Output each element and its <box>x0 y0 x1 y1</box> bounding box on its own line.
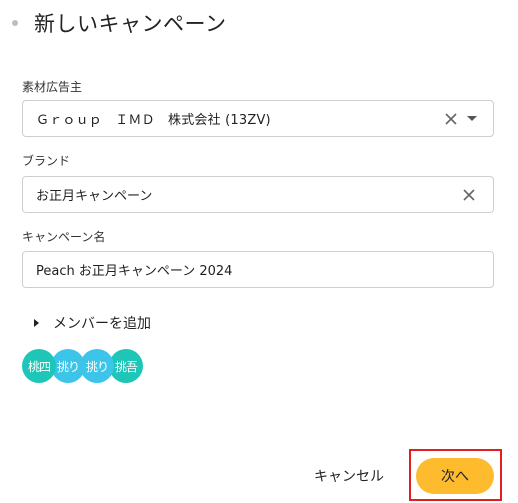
clear-brand-icon[interactable] <box>461 187 477 203</box>
campaign-name-label: キャンペーン名 <box>22 230 106 244</box>
member-avatars: 桃四 挑り 挑り 挑吾 <box>22 349 143 383</box>
cancel-button[interactable]: キャンセル <box>300 458 398 494</box>
add-members-toggle[interactable]: メンバーを追加 <box>34 313 151 333</box>
advertiser-select[interactable]: Ｇｒｏｕｐ ＩＭＤ 株式会社 (13ZV) <box>22 100 494 137</box>
member-avatar[interactable]: 挑り <box>80 349 114 383</box>
advertiser-dropdown-icon[interactable] <box>467 116 477 121</box>
next-button[interactable]: 次へ <box>416 458 494 494</box>
campaign-name-value: Peach お正月キャンペーン 2024 <box>36 264 233 279</box>
dialog-header: 新しいキャンペーン <box>12 8 226 38</box>
clear-advertiser-icon[interactable] <box>443 111 459 127</box>
member-avatar[interactable]: 挑り <box>51 349 85 383</box>
brand-value: お正月キャンペーン <box>36 189 153 204</box>
advertiser-value: Ｇｒｏｕｐ ＩＭＤ 株式会社 (13ZV) <box>36 113 271 128</box>
caret-right-icon <box>34 319 39 327</box>
member-avatar[interactable]: 挑吾 <box>109 349 143 383</box>
advertiser-label: 素材広告主 <box>22 80 83 94</box>
drag-handle-dot <box>12 20 18 26</box>
add-members-label: メンバーを追加 <box>53 316 151 332</box>
brand-select[interactable]: お正月キャンペーン <box>22 176 494 213</box>
dialog-title: 新しいキャンペーン <box>34 12 227 36</box>
member-avatar[interactable]: 桃四 <box>22 349 56 383</box>
campaign-name-input[interactable]: Peach お正月キャンペーン 2024 <box>22 251 494 288</box>
brand-label: ブランド <box>22 154 71 168</box>
